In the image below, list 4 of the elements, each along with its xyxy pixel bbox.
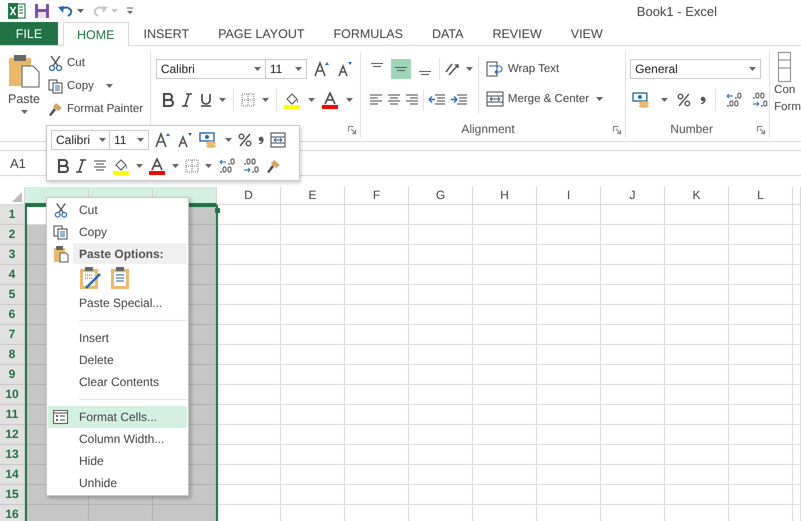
group-label: Alignment (460, 121, 516, 138)
menu-section-header: Paste Options: (73, 243, 187, 264)
group-label: Number (669, 121, 714, 138)
window-title: Book1 - Excel (636, 4, 717, 18)
